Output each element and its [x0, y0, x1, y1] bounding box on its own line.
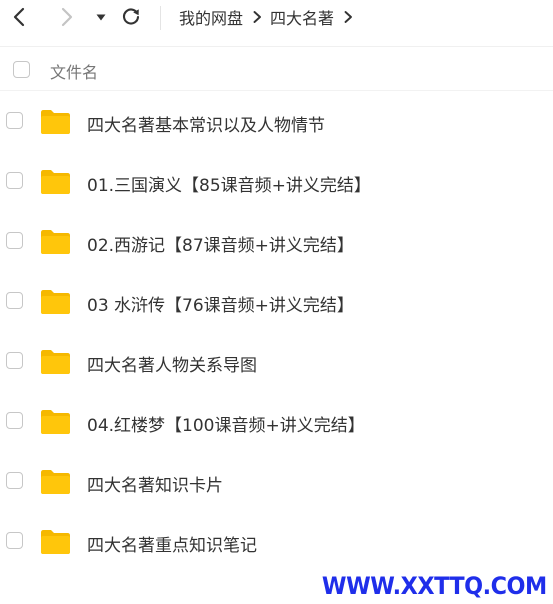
toolbar-divider — [160, 6, 161, 30]
row-checkbox[interactable] — [6, 172, 23, 189]
file-name[interactable]: 四大名著基本常识以及人物情节 — [87, 111, 325, 136]
file-list-header: 文件名 — [0, 54, 553, 86]
row-checkbox[interactable] — [6, 352, 23, 369]
header-row-divider — [0, 90, 553, 91]
file-row[interactable]: 02.西游记【87课音频+讲义完结】 — [0, 212, 553, 272]
file-name[interactable]: 02.西游记【87课音频+讲义完结】 — [87, 231, 354, 256]
folder-icon — [40, 528, 71, 555]
file-name[interactable]: 01.三国演义【85课音频+讲义完结】 — [87, 171, 371, 196]
folder-icon — [40, 348, 71, 375]
file-row[interactable]: 01.三国演义【85课音频+讲义完结】 — [0, 152, 553, 212]
breadcrumb-item-current-folder[interactable]: 四大名著 — [270, 5, 334, 29]
file-row[interactable]: 04.红楼梦【100课音频+讲义完结】 — [0, 392, 553, 452]
file-name[interactable]: 四大名著人物关系导图 — [87, 351, 257, 376]
folder-icon — [40, 108, 71, 135]
file-name[interactable]: 03 水浒传【76课音频+讲义完结】 — [87, 291, 354, 316]
breadcrumb-item-my-drive[interactable]: 我的网盘 — [179, 5, 243, 29]
file-row[interactable]: 四大名著重点知识笔记 — [0, 512, 553, 572]
select-all-checkbox[interactable] — [13, 61, 30, 78]
column-header-filename[interactable]: 文件名 — [50, 59, 98, 83]
file-name[interactable]: 四大名著知识卡片 — [87, 471, 223, 496]
folder-icon — [40, 408, 71, 435]
refresh-button[interactable] — [118, 4, 144, 30]
forward-button[interactable] — [54, 4, 80, 30]
row-checkbox[interactable] — [6, 532, 23, 549]
chevron-right-icon — [253, 11, 261, 23]
breadcrumb-separator — [343, 10, 353, 24]
file-row[interactable]: 四大名著人物关系导图 — [0, 332, 553, 392]
header-divider — [0, 46, 553, 47]
folder-icon — [40, 288, 71, 315]
breadcrumb: 我的网盘 四大名著 — [179, 5, 353, 29]
file-name[interactable]: 四大名著重点知识笔记 — [87, 531, 257, 556]
file-row[interactable]: 四大名著基本常识以及人物情节 — [0, 92, 553, 152]
folder-icon — [40, 228, 71, 255]
toolbar: 我的网盘 四大名著 — [0, 0, 553, 36]
file-name[interactable]: 04.红楼梦【100课音频+讲义完结】 — [87, 411, 365, 436]
chevron-left-icon — [13, 7, 25, 27]
caret-down-icon — [96, 14, 106, 21]
file-row[interactable]: 四大名著知识卡片 — [0, 452, 553, 512]
chevron-right-icon — [61, 7, 73, 27]
file-row[interactable]: 03 水浒传【76课音频+讲义完结】 — [0, 272, 553, 332]
history-dropdown-button[interactable] — [88, 4, 114, 30]
chevron-right-icon — [344, 11, 352, 23]
row-checkbox[interactable] — [6, 412, 23, 429]
back-button[interactable] — [6, 4, 32, 30]
file-list: 四大名著基本常识以及人物情节 01.三国演义【85课音频+讲义完结】 02.西游… — [0, 92, 553, 572]
row-checkbox[interactable] — [6, 112, 23, 129]
breadcrumb-separator — [252, 10, 262, 24]
refresh-icon — [122, 8, 140, 25]
folder-icon — [40, 468, 71, 495]
row-checkbox[interactable] — [6, 232, 23, 249]
folder-icon — [40, 168, 71, 195]
row-checkbox[interactable] — [6, 472, 23, 489]
row-checkbox[interactable] — [6, 292, 23, 309]
watermark: WWW.XXTTQ.COM — [322, 572, 547, 600]
